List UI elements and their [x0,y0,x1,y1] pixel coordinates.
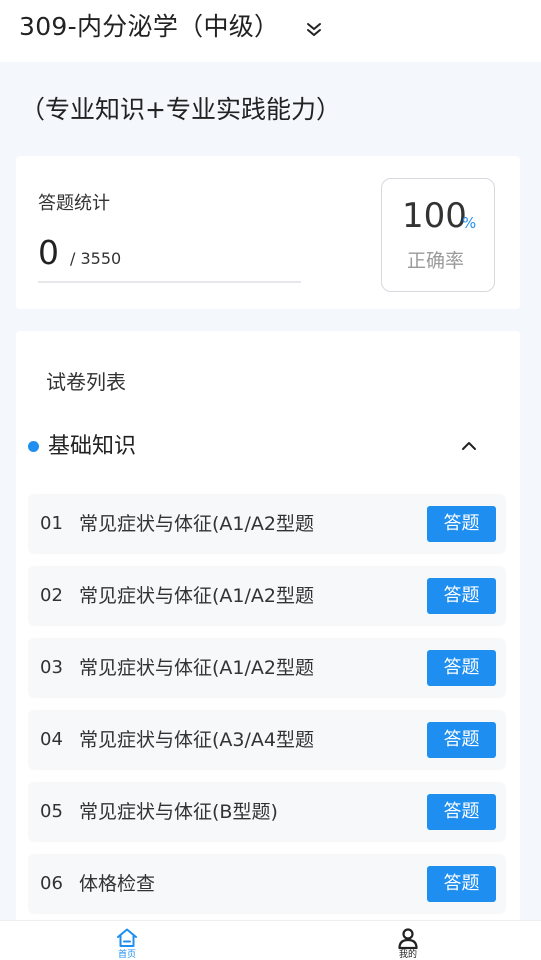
total-count: / 3550 [70,249,122,268]
answer-button[interactable]: 答题 [427,506,496,542]
paper-name: 常见症状与体征(A1/A2型题 [79,585,314,607]
accuracy-value: 100 [402,196,467,236]
answer-button[interactable]: 答题 [427,650,496,686]
paper-number: 01 [40,513,63,534]
paper-name: 常见症状与体征(B型题) [79,801,278,823]
paper-row[interactable]: 01 常见症状与体征(A1/A2型题 答题 [28,494,506,554]
paper-name: 体格检查 [79,873,156,895]
paper-name: 常见症状与体征(A1/A2型题 [79,657,314,679]
answer-button[interactable]: 答题 [427,722,496,758]
exam-subtitle: （专业知识+专业实践能力） [20,95,341,124]
user-icon [398,928,418,950]
double-chevron-down-icon[interactable] [304,19,324,39]
accuracy-unit: % [462,214,477,232]
paper-number: 02 [40,585,63,606]
paper-row[interactable]: 02 常见症状与体征(A1/A2型题 答题 [28,566,506,626]
nav-home-label: 首页 [117,950,136,960]
nav-home[interactable]: 首页 [97,921,157,960]
top-bar: 309-内分泌学（中级） [0,0,541,62]
paper-row[interactable]: 03 常见症状与体征(A1/A2型题 答题 [28,638,506,698]
stats-divider [38,281,301,283]
answered-count: 0 [38,233,59,272]
paper-name: 常见症状与体征(A1/A2型题 [79,513,314,535]
paper-number: 06 [40,873,63,894]
bottom-nav: 首页 我的 [0,920,541,960]
home-icon [117,928,137,947]
paper-row[interactable]: 06 体格检查 答题 [28,854,506,914]
paper-number: 04 [40,729,63,750]
nav-me-label: 我的 [398,950,417,960]
answer-button[interactable]: 答题 [427,866,496,902]
page-title[interactable]: 309-内分泌学（中级） [19,8,279,46]
stats-label: 答题统计 [38,193,110,214]
accuracy-label: 正确率 [407,250,465,272]
stats-card: 答题统计 0 / 3550 100 % 正确率 [16,156,520,309]
section-title[interactable]: 基础知识 [48,433,136,461]
paper-row[interactable]: 04 常见症状与体征(A3/A4型题 答题 [28,710,506,770]
paper-list-card: 试卷列表 基础知识 01 常见症状与体征(A1/A2型题 答题 02 常见症状与… [16,331,520,931]
paper-name: 常见症状与体征(A3/A4型题 [79,729,314,751]
nav-me[interactable]: 我的 [378,921,438,960]
section-dot-icon [28,441,39,452]
paper-number: 03 [40,657,63,678]
answer-button[interactable]: 答题 [427,794,496,830]
paper-row[interactable]: 05 常见症状与体征(B型题) 答题 [28,782,506,842]
chevron-up-icon[interactable] [459,437,479,455]
paper-number: 05 [40,801,63,822]
accuracy-box: 100 % 正确率 [381,178,495,292]
paper-list-heading: 试卷列表 [46,370,126,394]
answer-button[interactable]: 答题 [427,578,496,614]
